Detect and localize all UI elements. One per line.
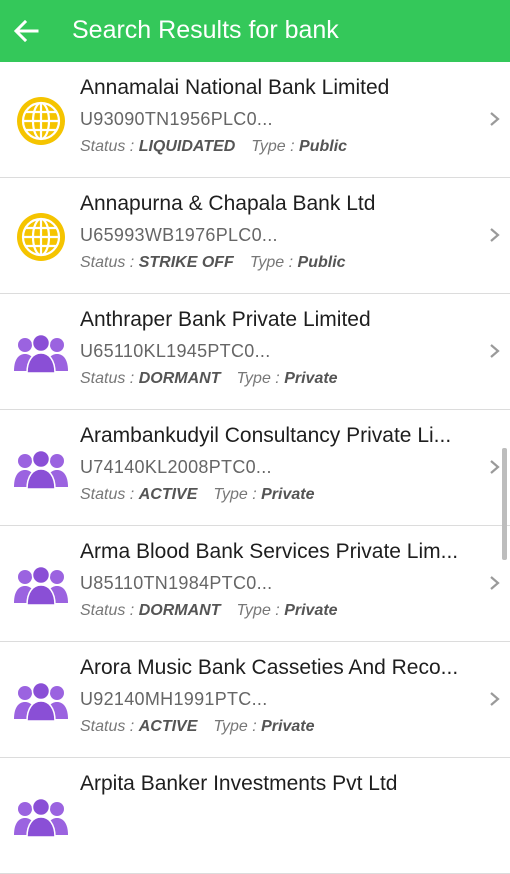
- status-value: LIQUIDATED: [138, 138, 236, 155]
- company-type-icon: [14, 94, 68, 148]
- status-value: DORMANT: [138, 370, 221, 387]
- company-meta: Status : STRIKE OFF Type : Public: [80, 252, 346, 274]
- list-item[interactable]: Arora Music Bank Casseties And Reco... U9…: [0, 642, 510, 758]
- company-name: Arma Blood Bank Services Private Lim...: [80, 540, 459, 563]
- app-bar: Search Results for bank: [0, 0, 510, 62]
- company-cin: U93090TN1956PLC0...: [80, 109, 273, 129]
- company-cin: U65993WB1976PLC0...: [80, 225, 278, 245]
- chevron-right-icon: [488, 224, 502, 246]
- company-type-icon: [14, 326, 68, 380]
- type-label: Type :: [236, 602, 280, 619]
- status-label: Status :: [80, 602, 135, 619]
- list-item[interactable]: Annamalai National Bank Limited U93090TN1…: [0, 62, 510, 178]
- status-label: Status :: [80, 254, 135, 271]
- company-type-icon: [14, 442, 68, 496]
- people-icon: [14, 797, 68, 837]
- company-cin: U85110TN1984PTC0...: [80, 573, 273, 593]
- type-value: Private: [284, 602, 338, 619]
- company-type-icon: [14, 790, 68, 844]
- status-label: Status :: [80, 370, 135, 387]
- company-type-icon: [14, 558, 68, 612]
- status-label: Status :: [80, 718, 135, 735]
- company-cin: U74140KL2008PTC0...: [80, 457, 272, 477]
- chevron-right-icon: [488, 108, 502, 130]
- people-icon: [14, 565, 68, 605]
- type-value: Private: [261, 486, 315, 503]
- status-label: Status :: [80, 486, 135, 503]
- company-meta: Status : LIQUIDATED Type : Public: [80, 136, 347, 158]
- status-value: ACTIVE: [138, 718, 198, 735]
- scrollbar[interactable]: [502, 448, 507, 560]
- people-icon: [14, 449, 68, 489]
- company-name: Arpita Banker Investments Pvt Ltd: [80, 772, 398, 795]
- company-cin: U92140MH1991PTC...: [80, 689, 268, 709]
- type-label: Type :: [251, 138, 295, 155]
- page-title: Search Results for bank: [72, 16, 339, 44]
- company-cin: U65110KL1945PTC0...: [80, 341, 271, 361]
- type-value: Public: [297, 254, 346, 271]
- status-label: Status :: [80, 138, 135, 155]
- globe-icon: [17, 97, 65, 145]
- status-value: ACTIVE: [138, 486, 198, 503]
- company-meta: Status : ACTIVE Type : Private: [80, 716, 314, 738]
- chevron-right-icon: [488, 456, 502, 478]
- people-icon: [14, 681, 68, 721]
- company-type-icon: [14, 210, 68, 264]
- type-label: Type :: [236, 370, 280, 387]
- company-type-icon: [14, 674, 68, 728]
- company-name: Annapurna & Chapala Bank Ltd: [80, 192, 376, 215]
- company-name: Arora Music Bank Casseties And Reco...: [80, 656, 459, 679]
- people-icon: [14, 333, 68, 373]
- status-value: STRIKE OFF: [138, 254, 234, 271]
- type-value: Public: [299, 138, 348, 155]
- list-item[interactable]: Anthraper Bank Private Limited U65110KL19…: [0, 294, 510, 410]
- company-name: Anthraper Bank Private Limited: [80, 308, 371, 331]
- type-value: Private: [284, 370, 338, 387]
- company-meta: Status : DORMANT Type : Private: [80, 600, 338, 622]
- type-label: Type :: [213, 718, 257, 735]
- status-value: DORMANT: [138, 602, 221, 619]
- type-label: Type :: [249, 254, 294, 271]
- type-label: Type :: [213, 486, 257, 503]
- chevron-right-icon: [488, 688, 502, 710]
- list-item[interactable]: Annapurna & Chapala Bank Ltd U65993WB1976…: [0, 178, 510, 294]
- results-list[interactable]: Annamalai National Bank Limited U93090TN1…: [0, 62, 510, 874]
- back-button[interactable]: [8, 13, 44, 49]
- company-name: Annamalai National Bank Limited: [80, 76, 390, 99]
- globe-icon: [17, 213, 65, 261]
- type-value: Private: [261, 718, 315, 735]
- list-item[interactable]: Arambankudyil Consultancy Private Li... U…: [0, 410, 510, 526]
- chevron-right-icon: [488, 572, 502, 594]
- chevron-right-icon: [488, 340, 502, 362]
- company-name: Arambankudyil Consultancy Private Li...: [80, 424, 452, 447]
- list-item[interactable]: Arma Blood Bank Services Private Lim... U…: [0, 526, 510, 642]
- company-meta: Status : ACTIVE Type : Private: [80, 484, 314, 506]
- list-item[interactable]: Arpita Banker Investments Pvt Ltd: [0, 758, 510, 874]
- company-meta: Status : DORMANT Type : Private: [80, 368, 338, 390]
- arrow-left-icon: [13, 20, 39, 42]
